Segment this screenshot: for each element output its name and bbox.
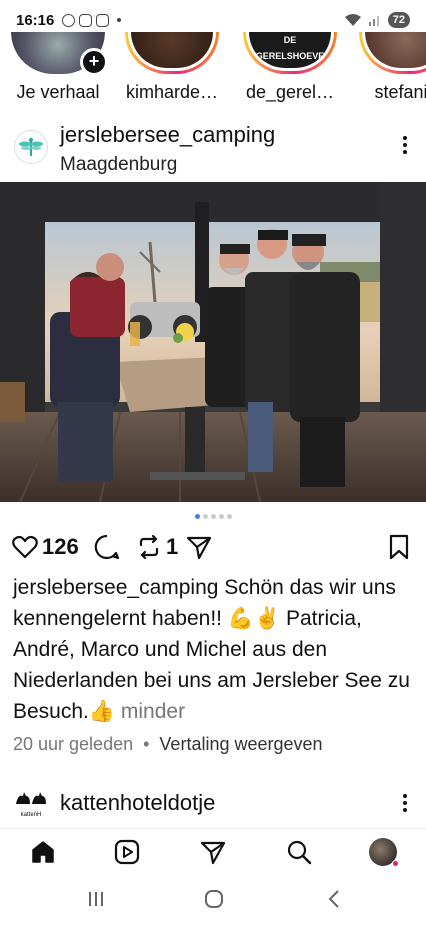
cats-logo-text: kattenH — [21, 812, 42, 818]
story-label: de_gerel… — [245, 82, 335, 102]
wifi-icon — [344, 14, 361, 26]
caption-less-link[interactable]: minder — [121, 700, 185, 723]
post-username[interactable]: jerslebersee_camping — [60, 122, 275, 148]
stories-tray[interactable]: + Je verhaal kimharde… DE GERELSHOEVE de… — [0, 32, 426, 112]
profile-avatar — [369, 838, 399, 867]
meta-separator: • — [143, 734, 150, 754]
carousel-indicator — [0, 514, 426, 519]
next-post-more-options-icon[interactable] — [402, 794, 408, 812]
story-avatar-logo: DE GERELSHOEVE — [249, 32, 331, 68]
like-count[interactable]: 126 — [42, 534, 79, 560]
signal-icon — [368, 16, 379, 26]
recent-apps-button[interactable] — [84, 888, 108, 910]
story-de-gerel[interactable]: DE GERELSHOEVE de_gerel… — [234, 32, 346, 103]
home-icon — [32, 841, 54, 863]
nav-search[interactable] — [284, 837, 314, 867]
like-button[interactable]: 126 — [12, 530, 79, 564]
more-options-icon[interactable] — [402, 136, 408, 154]
instagram-notification-icon — [79, 13, 93, 27]
story-avatar — [365, 32, 426, 68]
send-icon — [200, 841, 226, 865]
add-story-icon[interactable]: + — [80, 48, 108, 76]
recent-apps-icon — [89, 892, 103, 906]
story-own[interactable]: + Je verhaal — [2, 32, 114, 103]
back-button[interactable] — [322, 888, 346, 910]
story-label: Je verhaal — [16, 82, 100, 102]
post-header: jerslebersee_camping Maagdenburg — [0, 118, 426, 180]
notification-dot — [392, 860, 399, 867]
repost-count[interactable]: 1 — [166, 534, 178, 560]
weather-icon — [62, 13, 76, 27]
post-photo-image — [0, 182, 426, 502]
repost-button[interactable]: 1 — [136, 530, 178, 564]
nav-reels[interactable] — [112, 837, 142, 867]
story-kimharde[interactable]: kimharde… — [116, 32, 228, 103]
nav-direct[interactable] — [198, 837, 228, 867]
story-avatar — [131, 32, 213, 68]
heart-icon — [12, 535, 38, 559]
search-icon — [287, 840, 312, 865]
post-location[interactable]: Maagdenburg — [60, 154, 177, 176]
post-caption[interactable]: jerslebersee_camping Schön das wir uns k… — [13, 572, 413, 727]
post-avatar[interactable] — [14, 130, 48, 164]
nav-profile[interactable] — [368, 837, 399, 867]
bookmark-icon — [389, 534, 409, 560]
status-time: 16:16 — [16, 11, 55, 29]
post-timestamp: 20 uur geleden — [13, 734, 134, 754]
battery-indicator: 72 — [387, 12, 410, 28]
story-label: stefanie — [374, 82, 426, 102]
save-button[interactable] — [388, 530, 410, 564]
next-post-avatar[interactable]: kattenH — [14, 788, 48, 820]
instagram-notification-icon-2 — [96, 13, 110, 27]
cats-logo-icon: kattenH — [16, 792, 46, 818]
story-label: kimharde… — [125, 82, 219, 102]
dragonfly-logo-icon — [19, 138, 43, 156]
comment-button[interactable] — [94, 530, 120, 564]
send-icon — [186, 536, 212, 560]
next-post-header: kattenH kattenhoteldotje — [0, 786, 426, 822]
bottom-navigation — [0, 828, 426, 874]
post-photo[interactable] — [0, 182, 426, 502]
caption-username[interactable]: jerslebersee_camping — [13, 576, 218, 599]
repost-icon — [139, 534, 159, 560]
translate-link[interactable]: Vertaling weergeven — [159, 734, 322, 754]
post-meta: 20 uur geleden • Vertaling weergeven — [13, 734, 323, 755]
story-stefanie[interactable]: stefanie — [350, 32, 426, 103]
reels-icon — [114, 839, 140, 865]
next-post-username[interactable]: kattenhoteldotje — [60, 790, 215, 816]
post-actions: 126 1 — [0, 530, 426, 566]
share-button[interactable] — [186, 530, 212, 564]
system-navigation-bar — [0, 874, 426, 925]
nav-home[interactable] — [28, 837, 58, 867]
home-button[interactable] — [202, 888, 226, 910]
home-circle-icon — [205, 890, 223, 908]
comment-icon — [94, 534, 120, 560]
more-notifications-dot — [117, 18, 122, 22]
back-icon — [328, 890, 339, 908]
